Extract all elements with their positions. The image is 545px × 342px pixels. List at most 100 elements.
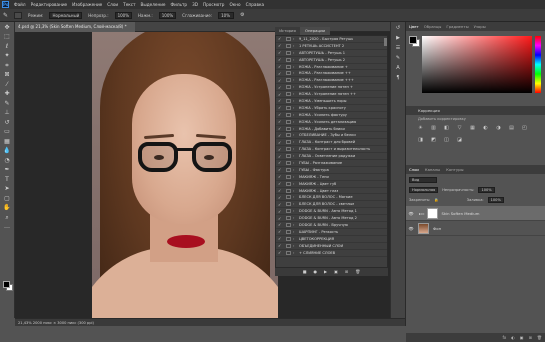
action-row[interactable]: ✓ › МАКИЯЖ - Тени [276,174,387,181]
group-icon[interactable]: ▣ [520,333,524,342]
clone-stamp-tool-icon[interactable]: ⊥ [3,109,12,117]
portrait-photo[interactable] [92,32,278,318]
dialog-toggle-icon[interactable] [286,229,291,234]
dialog-toggle-icon[interactable] [286,140,291,145]
checkmark-icon[interactable]: ✓ [278,209,283,214]
hue-slider[interactable] [535,36,541,93]
action-row[interactable]: ✓ › БЛЕСК ДЛЯ ВОЛОС - светлые [276,201,387,209]
layer-row-background[interactable]: 👁 Фон [406,221,545,236]
dialog-toggle-icon[interactable] [286,112,291,117]
photo-filter-icon[interactable]: ◰ [520,124,529,132]
layer-row-skin-soften[interactable]: 👁 ▸▭ Skin Soften Medium [406,206,545,221]
eraser-tool-icon[interactable]: ▭ [3,128,12,136]
checkmark-icon[interactable]: ✓ [278,160,283,165]
new-action-icon[interactable]: ⊞ [345,268,348,276]
dialog-toggle-icon[interactable] [286,154,291,159]
actions-scrollbar[interactable] [384,38,387,46]
action-row[interactable]: ✓ › КОЖА - Усилить детализацию [276,119,387,126]
menu-text[interactable]: Текст [123,2,135,7]
checkmark-icon[interactable]: ✓ [278,105,283,110]
dialog-toggle-icon[interactable] [286,160,291,165]
tab-paths[interactable]: Контуры [446,165,463,174]
menu-help[interactable]: Справка [246,2,264,7]
checkmark-icon[interactable]: ✓ [278,188,283,193]
action-row[interactable]: ✓ › ОБЪЕДИНЕННЫЙ СЛОЙ [276,243,387,250]
magic-wand-tool-icon[interactable]: ✦ [3,52,12,60]
checkmark-icon[interactable]: ✓ [278,229,283,234]
brightness-icon[interactable]: ☀ [416,124,425,132]
fx-icon[interactable]: fx [503,333,507,342]
action-row[interactable]: ✓ › КОЖА - Добавить блики [276,126,387,133]
shape-tool-icon[interactable]: ▢ [3,195,12,203]
dialog-toggle-icon[interactable] [286,50,291,55]
levels-icon[interactable]: ▥ [429,124,438,132]
checkmark-icon[interactable]: ✓ [278,43,283,48]
tab-layers[interactable]: Слои [409,165,419,174]
tab-actions[interactable]: Операции [300,27,330,35]
type-tool-icon[interactable]: T [3,176,12,184]
menu-3d[interactable]: 3D [192,2,198,7]
action-row[interactable]: ✓ › DODGE & BURN - Вручную [276,222,387,229]
dialog-toggle-icon[interactable] [286,181,291,186]
gradient-tool-icon[interactable]: ▦ [3,138,12,146]
checkmark-icon[interactable]: ✓ [278,167,283,172]
flow-field[interactable]: 100% [158,11,177,19]
exposure-icon[interactable]: ▽ [455,124,464,132]
character-panel-icon[interactable]: A [394,65,402,72]
crop-tool-icon[interactable]: ⌗ [3,62,12,70]
dialog-toggle-icon[interactable] [286,250,291,255]
action-row[interactable]: ✓ › КОЖА - Усилить фактуру [276,112,387,119]
action-row[interactable]: ✓ › КОЖА - Убрать красноту [276,105,387,112]
action-row[interactable]: ✓ › DODGE & BURN - Авто Метод 1 [276,208,387,216]
color-picker-field[interactable] [422,36,532,93]
black-white-icon[interactable]: ▤ [507,124,516,132]
actions-panel-icon[interactable]: ▶ [394,35,402,42]
gradient-map-icon[interactable]: ◫ [442,136,451,144]
hand-tool-icon[interactable]: ✋ [3,204,12,212]
action-row[interactable]: ✓ › МАКИЯЖ - Цвет губ [276,181,387,188]
move-tool-icon[interactable]: ✥ [3,24,12,32]
action-row[interactable]: ✓ › 9_11_2020 - Быстрая Ретушь [276,36,387,43]
action-row[interactable]: ✓ › ГУБЫ - Разглаживание [276,160,387,167]
checkmark-icon[interactable]: ✓ [278,243,283,248]
channel-mixer-icon[interactable]: ◨ [416,136,425,144]
marquee-tool-icon[interactable]: ⬚ [3,33,12,41]
menu-file[interactable]: Файл [14,2,26,7]
checkmark-icon[interactable]: ✓ [278,36,283,41]
action-row[interactable]: ✓ › + СЛИЯНИЕ СЛОЕВ [276,250,387,257]
brush-panel-icon[interactable]: ✎ [394,55,402,62]
record-icon[interactable]: ● [313,268,317,276]
history-panel-icon[interactable]: ↺ [394,25,402,32]
layer-kind-filter[interactable]: Вид [409,177,437,183]
invert-icon[interactable]: ◩ [429,136,438,144]
new-layer-icon[interactable]: ⊞ [529,333,532,342]
action-row[interactable]: ✓ › КОЖА - Разглаживание ++ [276,70,387,78]
checkmark-icon[interactable]: ✓ [278,64,283,69]
dialog-toggle-icon[interactable] [286,195,291,200]
dialog-toggle-icon[interactable] [286,92,291,97]
action-row[interactable]: ✓ › ГЛАЗА - Контраст и выразительность [276,146,387,154]
menu-edit[interactable]: Редактирование [31,2,68,7]
hue-saturation-icon[interactable]: ◐ [481,124,490,132]
checkmark-icon[interactable]: ✓ [278,195,283,200]
dialog-toggle-icon[interactable] [286,209,291,214]
lasso-tool-icon[interactable]: ℓ [3,43,12,51]
action-row[interactable]: ✓ › КОЖА - Разглаживание + [276,64,387,71]
layer-mask-thumbnail[interactable] [426,207,438,219]
dialog-toggle-icon[interactable] [286,98,291,103]
corrections-header[interactable]: Коррекция [406,106,545,115]
menu-image[interactable]: Изображение [72,2,102,7]
action-row[interactable]: ✓ › БЛЕСК ДЛЯ ВОЛОС - Мягкие [276,194,387,202]
dialog-toggle-icon[interactable] [286,133,291,138]
history-brush-tool-icon[interactable]: ↺ [3,119,12,127]
dialog-toggle-icon[interactable] [286,147,291,152]
action-row[interactable]: ✓ › КОЖА - Разглаживание +++ [276,77,387,85]
new-set-icon[interactable]: ▣ [334,268,338,276]
dialog-toggle-icon[interactable] [286,236,291,241]
blur-tool-icon[interactable]: 💧 [3,147,12,155]
fill-field[interactable]: 100% [487,197,504,203]
trash-icon[interactable]: 🗑 [355,268,360,276]
dialog-toggle-icon[interactable] [286,78,291,83]
trash-icon[interactable]: 🗑 [537,333,542,342]
dialog-toggle-icon[interactable] [286,119,291,124]
